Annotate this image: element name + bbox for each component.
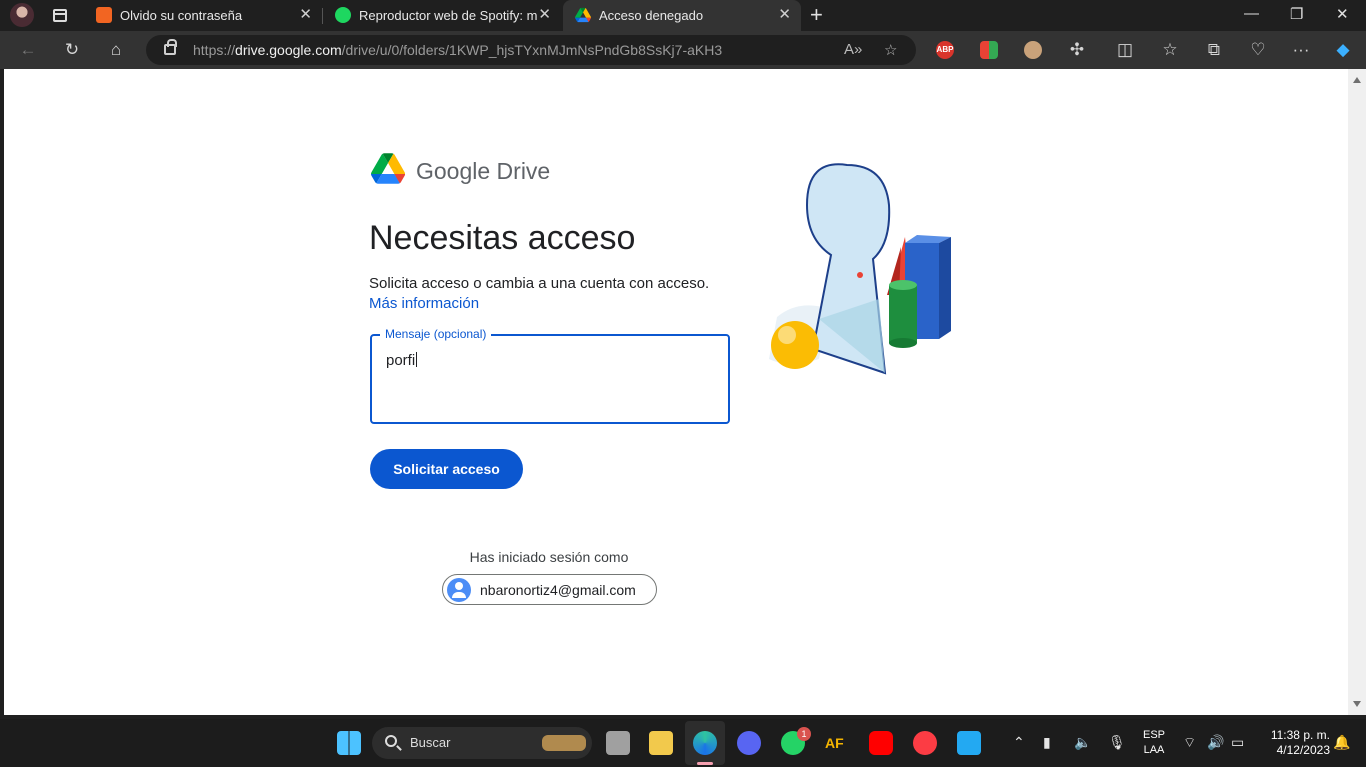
account-email: nbaronortiz4@gmail.com <box>480 582 636 598</box>
keyhole-illustration <box>769 163 951 375</box>
youtube-icon[interactable] <box>869 731 893 755</box>
back-icon[interactable]: ← <box>18 40 38 60</box>
browser-toolbar: ← ↻ ⌂ https://drive.google.com/drive/u/0… <box>0 31 1366 69</box>
home-icon[interactable]: ⌂ <box>106 40 126 60</box>
battery-icon[interactable]: ▭ <box>1231 734 1244 751</box>
search-label: Buscar <box>410 735 451 750</box>
split-screen-icon[interactable]: ◫ <box>1115 40 1135 60</box>
af-app-icon[interactable]: AF <box>825 731 849 755</box>
tab-title: Acceso denegado <box>599 8 704 23</box>
more-options-icon[interactable]: ··· <box>1291 40 1311 60</box>
search-icon <box>385 735 397 747</box>
scroll-up-icon[interactable] <box>1353 77 1361 83</box>
vscode-icon[interactable] <box>957 731 981 755</box>
close-tab-icon[interactable]: ✕ <box>778 7 791 23</box>
message-field[interactable] <box>370 334 730 424</box>
read-aloud-icon[interactable]: A» <box>844 41 862 58</box>
scroll-down-icon[interactable] <box>1353 701 1361 707</box>
language-indicator[interactable]: ESP LAA <box>1140 728 1168 758</box>
tab-title: Olvido su contraseña <box>120 8 243 23</box>
page-description: Solicita acceso o cambia a una cuenta co… <box>369 274 739 314</box>
show-hidden-icons-icon[interactable]: ⌃ <box>1013 734 1025 751</box>
audio-meter-icon[interactable]: ▮ <box>1043 734 1051 751</box>
url-scheme: https:// <box>193 42 236 58</box>
adblock-plus-icon[interactable]: ABP <box>936 41 954 59</box>
tab-actions-icon[interactable] <box>50 6 70 26</box>
refresh-icon[interactable]: ↻ <box>62 40 82 60</box>
url-host: drive.google.com <box>235 42 342 58</box>
minimize-icon[interactable]: — <box>1244 5 1259 22</box>
task-view-icon[interactable] <box>606 731 630 755</box>
favorite-star-icon[interactable]: ☆ <box>884 41 897 59</box>
performance-icon[interactable]: ♡ <box>1248 40 1268 60</box>
url-text[interactable]: https://drive.google.com/drive/u/0/folde… <box>193 42 722 58</box>
clock-date: 4/12/2023 <box>1276 743 1330 757</box>
favorites-icon[interactable]: ☆ <box>1160 40 1180 60</box>
discord-icon[interactable] <box>737 731 761 755</box>
close-tab-icon[interactable]: ✕ <box>299 7 312 23</box>
whatsapp-badge: 1 <box>797 727 811 741</box>
collections-icon[interactable]: ⧉ <box>1204 40 1224 60</box>
new-tab-icon[interactable]: + <box>810 4 823 26</box>
lock-icon[interactable] <box>164 39 177 55</box>
tab-title: Reproductor web de Spotify: mú <box>359 8 537 23</box>
active-indicator <box>697 762 713 765</box>
account-switcher[interactable]: nbaronortiz4@gmail.com <box>442 574 657 605</box>
address-bar[interactable]: https://drive.google.com/drive/u/0/folde… <box>146 35 916 65</box>
message-text: porfi <box>386 352 416 369</box>
text-caret <box>416 352 418 367</box>
request-access-button[interactable]: Solicitar acceso <box>370 449 523 489</box>
spotify-icon <box>335 7 351 23</box>
close-window-icon[interactable]: ✕ <box>1336 5 1349 23</box>
signed-in-label: Has iniciado sesión como <box>469 549 629 565</box>
tab-spotify[interactable]: Reproductor web de Spotify: mú ✕ <box>323 0 561 31</box>
extension-face-icon[interactable] <box>1024 41 1042 59</box>
search-highlight-icon <box>542 735 586 751</box>
restore-icon[interactable]: ❐ <box>1290 5 1303 23</box>
tab-strip: Olvido su contraseña ✕ Reproductor web d… <box>0 0 1366 31</box>
language-code: ESP <box>1142 729 1165 741</box>
page-viewport: Google Drive Necesitas acceso Solicita a… <box>4 69 1348 715</box>
account-avatar-icon <box>447 578 471 602</box>
wifi-icon[interactable]: ⌔ <box>1183 734 1196 752</box>
tab-access-denied[interactable]: Acceso denegado ✕ <box>563 0 801 31</box>
keyboard-layout: LAA <box>1143 744 1165 756</box>
brand-wordmark: Google Drive <box>416 158 551 184</box>
xampp-icon <box>96 7 112 23</box>
copilot-icon[interactable]: ◆ <box>1333 40 1353 60</box>
speaker-icon[interactable]: 🔈 <box>1074 734 1091 751</box>
close-tab-icon[interactable]: ✕ <box>538 7 551 23</box>
message-field-value[interactable]: porfi <box>386 352 418 369</box>
description-text: Solicita acceso o cambia a una cuenta co… <box>369 275 710 292</box>
url-path: /drive/u/0/folders/1KWP_hjsTYxnMJmNsPndG… <box>341 42 723 58</box>
start-icon[interactable] <box>337 731 361 755</box>
google-drive-logo-icon <box>371 153 405 184</box>
google-drive-icon <box>575 7 591 23</box>
extension-color-icon[interactable] <box>980 41 998 59</box>
vertical-scrollbar[interactable] <box>1348 69 1366 715</box>
edge-icon[interactable] <box>693 731 717 755</box>
volume-icon[interactable]: 🔊 <box>1207 734 1224 751</box>
windows-taskbar: Buscar 1 AF ⌃ ▮ 🔈 🎙 ESP LAA ⌔ 🔊 ▭ 11:38 … <box>0 719 1366 767</box>
notifications-icon[interactable]: 🔔 <box>1333 734 1350 751</box>
microphone-icon[interactable]: 🎙 <box>1108 734 1126 751</box>
clock-time: 11:38 p. m. <box>1270 728 1330 742</box>
taskbar-search[interactable]: Buscar <box>372 727 592 759</box>
more-info-link[interactable]: Más información <box>369 295 479 312</box>
profile-avatar[interactable] <box>10 3 34 27</box>
itunes-icon[interactable] <box>913 731 937 755</box>
page-title: Necesitas acceso <box>369 219 636 257</box>
tab-forgot-password[interactable]: Olvido su contraseña ✕ <box>84 0 322 31</box>
file-explorer-icon[interactable] <box>649 731 673 755</box>
system-clock[interactable]: 11:38 p. m. 4/12/2023 <box>1258 728 1330 758</box>
message-field-label: Mensaje (opcional) <box>380 327 492 341</box>
extensions-puzzle-icon[interactable]: ✣ <box>1067 40 1087 60</box>
